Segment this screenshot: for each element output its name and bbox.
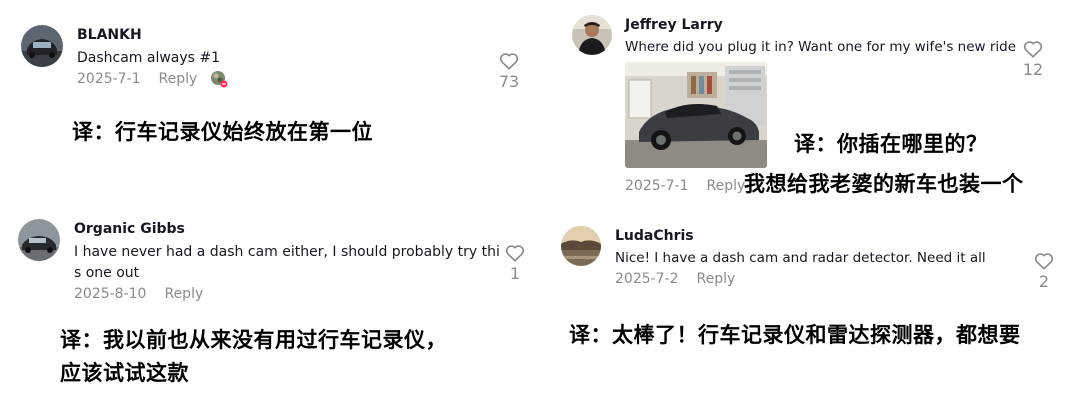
like-button[interactable]: 73: [494, 52, 524, 91]
comment-meta: 2025-7-1 Reply: [77, 71, 197, 87]
translation-text: 译：太棒了！行车记录仪和雷达探测器，都想要: [569, 323, 1021, 347]
comment-date: 2025-7-2: [615, 271, 679, 287]
comment-text: Dashcam always #1: [77, 50, 221, 66]
heart-outline-icon: [1023, 41, 1043, 58]
translation-text-line-2: 应该试试这款: [60, 361, 189, 385]
like-count: 73: [498, 72, 520, 91]
like-count: 1: [509, 264, 521, 283]
heart-outline-icon: [499, 53, 519, 70]
translation-text: 译：行车记录仪始终放在第一位: [72, 120, 373, 144]
reply-button[interactable]: Reply: [159, 71, 198, 87]
avatar[interactable]: [18, 219, 60, 261]
like-button[interactable]: 12: [1018, 40, 1048, 79]
like-button[interactable]: 2: [1029, 252, 1059, 291]
sticker-icon[interactable]: [210, 70, 228, 88]
attached-photo[interactable]: [625, 62, 767, 168]
reply-button[interactable]: Reply: [707, 178, 746, 194]
reply-button[interactable]: Reply: [164, 286, 203, 302]
comment-meta: 2025-7-2 Reply: [615, 271, 735, 287]
username[interactable]: Organic Gibbs: [74, 221, 185, 237]
like-count: 2: [1038, 272, 1050, 291]
avatar[interactable]: [21, 25, 63, 67]
comment-meta: 2025-8-10 Reply: [74, 286, 203, 302]
comment-text-line-1: I have never had a dash cam either, I sh…: [74, 244, 500, 260]
like-count: 12: [1022, 60, 1044, 79]
comment-date: 2025-7-1: [625, 178, 689, 194]
comment-text-line-2: s one out: [74, 265, 140, 281]
comment-date: 2025-7-1: [77, 71, 141, 87]
heart-outline-icon: [505, 245, 525, 262]
username[interactable]: LudaChris: [615, 228, 694, 244]
like-button[interactable]: 1: [500, 244, 530, 283]
translation-text-line-1: 译：我以前也从来没有用过行车记录仪，: [60, 328, 447, 352]
reply-button[interactable]: Reply: [697, 271, 736, 287]
heart-outline-icon: [1034, 253, 1054, 270]
translation-text-line-1: 译：你插在哪里的？: [794, 132, 988, 156]
avatar[interactable]: [572, 15, 612, 55]
comment-text: Nice! I have a dash cam and radar detect…: [615, 250, 986, 266]
avatar[interactable]: [561, 226, 601, 266]
comment-text: Where did you plug it in? Want one for m…: [625, 39, 1017, 55]
username[interactable]: BLANKH: [77, 27, 142, 43]
comment-date: 2025-8-10: [74, 286, 147, 302]
username[interactable]: Jeffrey Larry: [625, 17, 723, 33]
comment-meta: 2025-7-1 Reply: [625, 178, 745, 194]
translation-text-line-2: 我想给我老婆的新车也装一个: [744, 172, 1024, 196]
